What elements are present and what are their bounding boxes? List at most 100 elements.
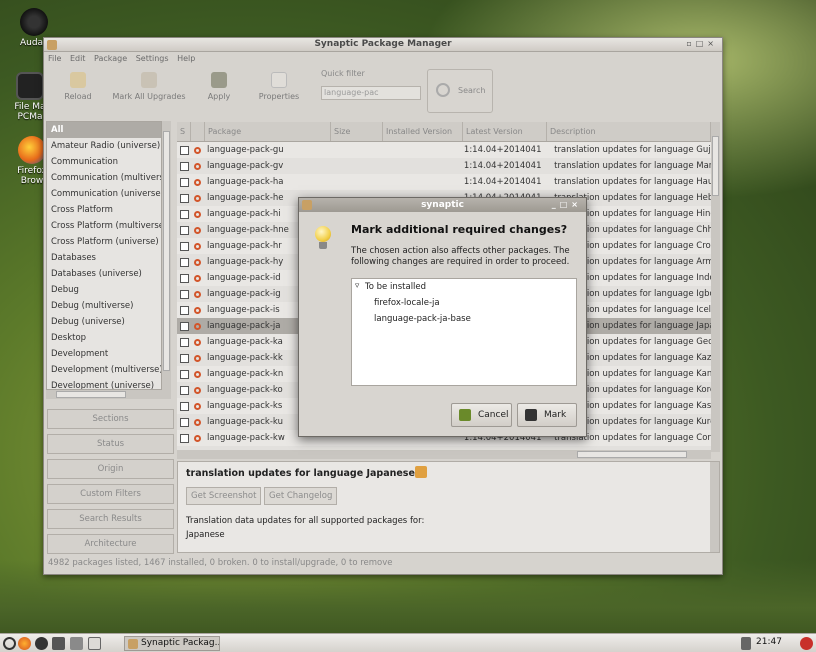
package-checkbox[interactable] — [180, 353, 189, 363]
section-item[interactable]: Development — [47, 346, 161, 362]
sections-scrollbar[interactable] — [162, 121, 171, 390]
scrollbar-thumb[interactable] — [56, 391, 126, 398]
table-row[interactable]: language-pack-gu 1:14.04+2014041 translati… — [177, 142, 711, 158]
column-description[interactable]: Description — [547, 122, 711, 141]
column-support[interactable] — [191, 122, 205, 141]
table-scrollbar[interactable] — [711, 122, 720, 452]
tree-item[interactable]: firefox-locale-ja — [374, 298, 440, 308]
package-checkbox[interactable] — [180, 305, 189, 315]
volume-icon[interactable] — [741, 637, 751, 650]
package-checkbox[interactable] — [180, 369, 189, 379]
package-checkbox[interactable] — [180, 177, 189, 187]
scrollbar-thumb[interactable] — [163, 131, 170, 371]
package-checkbox[interactable] — [180, 145, 189, 155]
package-checkbox[interactable] — [180, 433, 189, 443]
section-item[interactable]: Databases (universe) — [47, 266, 161, 282]
section-item[interactable]: Debug (multiverse) — [47, 298, 161, 314]
mark-button[interactable]: Mark — [517, 403, 577, 427]
tree-item[interactable]: language-pack-ja-base — [374, 314, 471, 324]
sections-filter-button[interactable]: Sections — [47, 409, 174, 429]
apply-button[interactable]: Apply — [199, 70, 239, 101]
window-controls[interactable]: ▫□× — [686, 39, 718, 48]
package-name: language-pack-ha — [207, 177, 284, 187]
scrollbar-thumb[interactable] — [712, 136, 719, 196]
package-checkbox[interactable] — [180, 193, 189, 203]
column-latest-version[interactable]: Latest Version — [463, 122, 547, 141]
column-size[interactable]: Size — [331, 122, 383, 141]
scrollbar-thumb[interactable] — [577, 451, 687, 458]
package-checkbox[interactable] — [180, 289, 189, 299]
mark-all-upgrades-button[interactable]: Mark All Upgrades — [106, 70, 192, 101]
section-item[interactable]: Databases — [47, 250, 161, 266]
dialog-titlebar[interactable]: synaptic _□× — [299, 198, 586, 212]
tree-group-label[interactable]: To be installed — [365, 282, 426, 292]
section-item[interactable]: Debug — [47, 282, 161, 298]
package-checkbox[interactable] — [180, 417, 189, 427]
menu-edit[interactable]: Edit — [70, 54, 86, 63]
architecture-button[interactable]: Architecture — [47, 534, 174, 554]
properties-label: Properties — [258, 92, 300, 101]
ubuntu-package-icon — [194, 178, 201, 186]
section-item[interactable]: Cross Platform — [47, 202, 161, 218]
properties-button[interactable]: Properties — [254, 70, 304, 101]
package-checkbox[interactable] — [180, 257, 189, 267]
section-item-all[interactable]: All — [47, 122, 161, 138]
menu-package[interactable]: Package — [94, 54, 127, 63]
quick-filter-input[interactable]: language-pac — [321, 86, 421, 100]
section-item[interactable]: Desktop — [47, 330, 161, 346]
cancel-button[interactable]: Cancel — [451, 403, 512, 427]
get-changelog-button[interactable]: Get Changelog — [264, 487, 338, 505]
section-item[interactable]: Communication (multivers — [47, 170, 161, 186]
package-checkbox[interactable] — [180, 385, 189, 395]
menu-file[interactable]: File — [48, 54, 61, 63]
taskbar-synaptic-task[interactable]: Synaptic Packag... — [124, 636, 220, 651]
file-manager-launcher-icon[interactable] — [70, 637, 83, 650]
get-screenshot-button[interactable]: Get Screenshot — [186, 487, 262, 505]
column-status[interactable]: S — [177, 122, 191, 141]
package-checkbox[interactable] — [180, 337, 189, 347]
package-checkbox[interactable] — [180, 161, 189, 171]
section-item[interactable]: Development (multiverse) — [47, 362, 161, 378]
column-installed-version[interactable]: Installed Version — [383, 122, 463, 141]
package-checkbox[interactable] — [180, 273, 189, 283]
mark-changes-dialog: synaptic _□× Mark additional required ch… — [298, 197, 587, 437]
ubuntu-package-icon — [194, 418, 201, 426]
search-results-button[interactable]: Search Results — [47, 509, 174, 529]
show-desktop-icon[interactable] — [88, 637, 101, 650]
package-checkbox[interactable] — [180, 401, 189, 411]
dialog-title: synaptic — [421, 200, 464, 210]
status-filter-button[interactable]: Status — [47, 434, 174, 454]
section-item[interactable]: Cross Platform (multiverse — [47, 218, 161, 234]
package-checkbox[interactable] — [180, 225, 189, 235]
menu-help[interactable]: Help — [177, 54, 195, 63]
section-item[interactable]: Communication (universe) — [47, 186, 161, 202]
sections-hscrollbar[interactable] — [46, 390, 171, 399]
table-row[interactable]: language-pack-ha 1:14.04+2014041 translati… — [177, 174, 711, 190]
search-button[interactable]: Search — [427, 69, 493, 113]
custom-filters-button[interactable]: Custom Filters — [47, 484, 174, 504]
column-package[interactable]: Package — [205, 122, 331, 141]
details-text-line: Japanese — [186, 530, 225, 540]
terminal-launcher-icon[interactable] — [52, 637, 65, 650]
package-checkbox[interactable] — [180, 209, 189, 219]
menu-settings[interactable]: Settings — [136, 54, 169, 63]
package-checkbox[interactable] — [180, 241, 189, 251]
tree-expander-icon[interactable]: ▿ — [355, 281, 359, 291]
audacity-launcher-icon[interactable] — [35, 637, 48, 650]
section-item[interactable]: Cross Platform (universe) — [47, 234, 161, 250]
details-scrollbar[interactable] — [710, 462, 719, 552]
table-hscrollbar[interactable] — [177, 450, 711, 459]
section-item[interactable]: Communication — [47, 154, 161, 170]
shutdown-icon[interactable] — [800, 637, 813, 650]
power-menu-icon[interactable] — [3, 637, 16, 650]
window-titlebar[interactable]: Synaptic Package Manager ▫□× — [44, 38, 722, 52]
reload-button[interactable]: Reload — [58, 70, 98, 101]
section-item[interactable]: Amateur Radio (universe) — [47, 138, 161, 154]
section-item[interactable]: Development (universe) — [47, 378, 161, 389]
dialog-window-controls[interactable]: _□× — [552, 198, 582, 212]
firefox-launcher-icon[interactable] — [18, 637, 31, 650]
package-checkbox[interactable] — [180, 321, 189, 331]
table-row[interactable]: language-pack-gv 1:14.04+2014041 translati… — [177, 158, 711, 174]
origin-filter-button[interactable]: Origin — [47, 459, 174, 479]
section-item[interactable]: Debug (universe) — [47, 314, 161, 330]
